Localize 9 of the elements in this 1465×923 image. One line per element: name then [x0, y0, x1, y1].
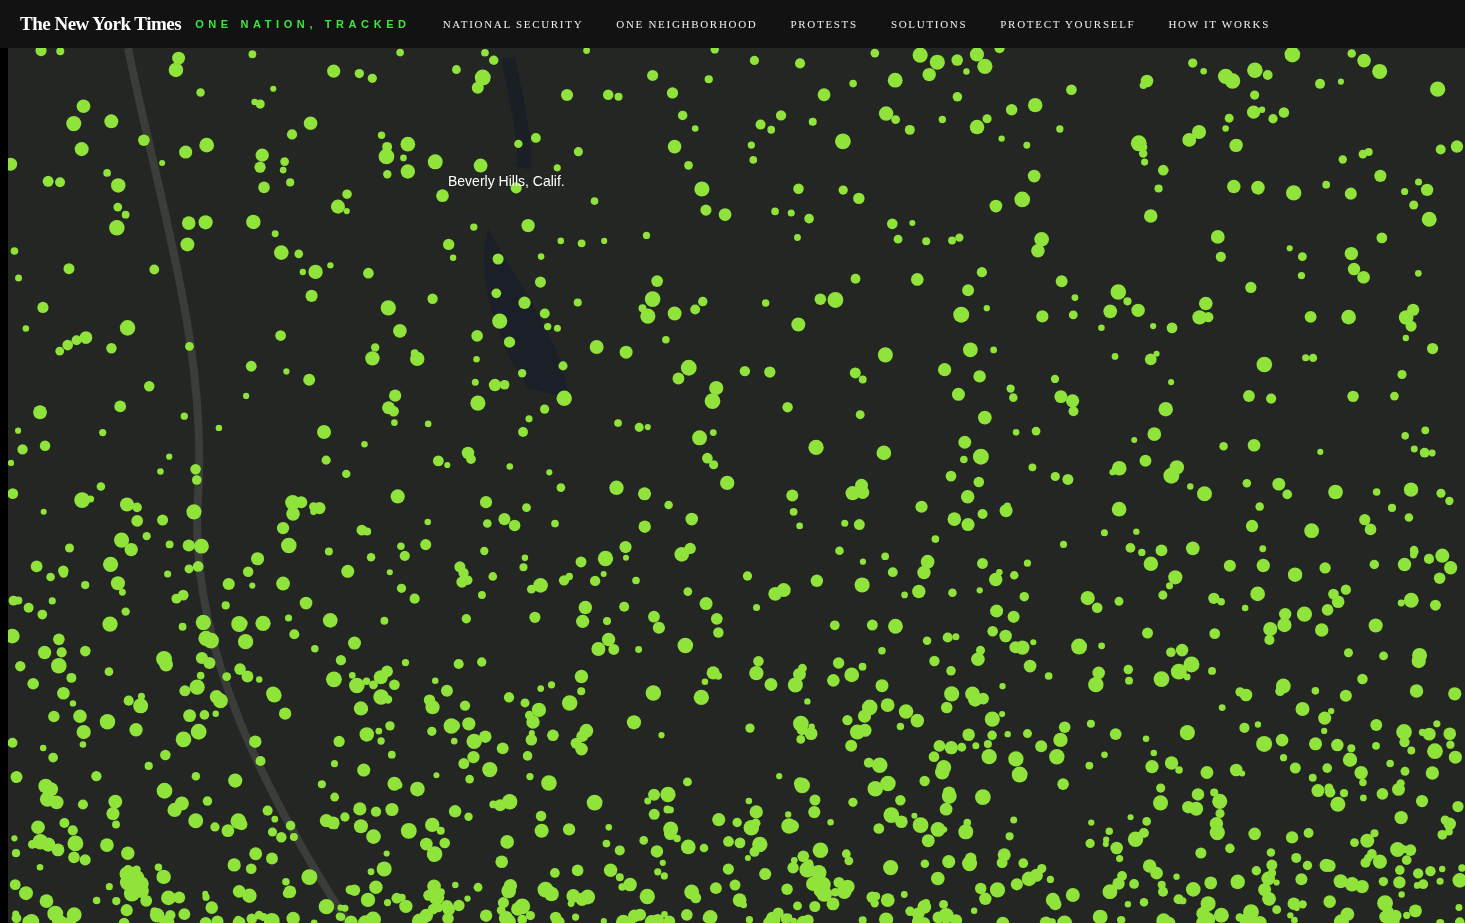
nav-link[interactable]: NATIONAL SECURITY: [442, 18, 584, 30]
nav-link[interactable]: PROTECT YOURSELF: [1000, 18, 1136, 30]
nav-link[interactable]: HOW IT WORKS: [1168, 18, 1271, 30]
series-title[interactable]: ONE NATION, TRACKED: [195, 18, 411, 30]
nav-link[interactable]: PROTESTS: [790, 18, 858, 30]
nav-link[interactable]: SOLUTIONS: [890, 18, 968, 30]
nav-link[interactable]: ONE NEIGHBORHOOD: [616, 18, 758, 30]
logo[interactable]: The New York Times: [20, 13, 182, 35]
map-place-label: Beverly Hills, Calif.: [448, 173, 565, 189]
